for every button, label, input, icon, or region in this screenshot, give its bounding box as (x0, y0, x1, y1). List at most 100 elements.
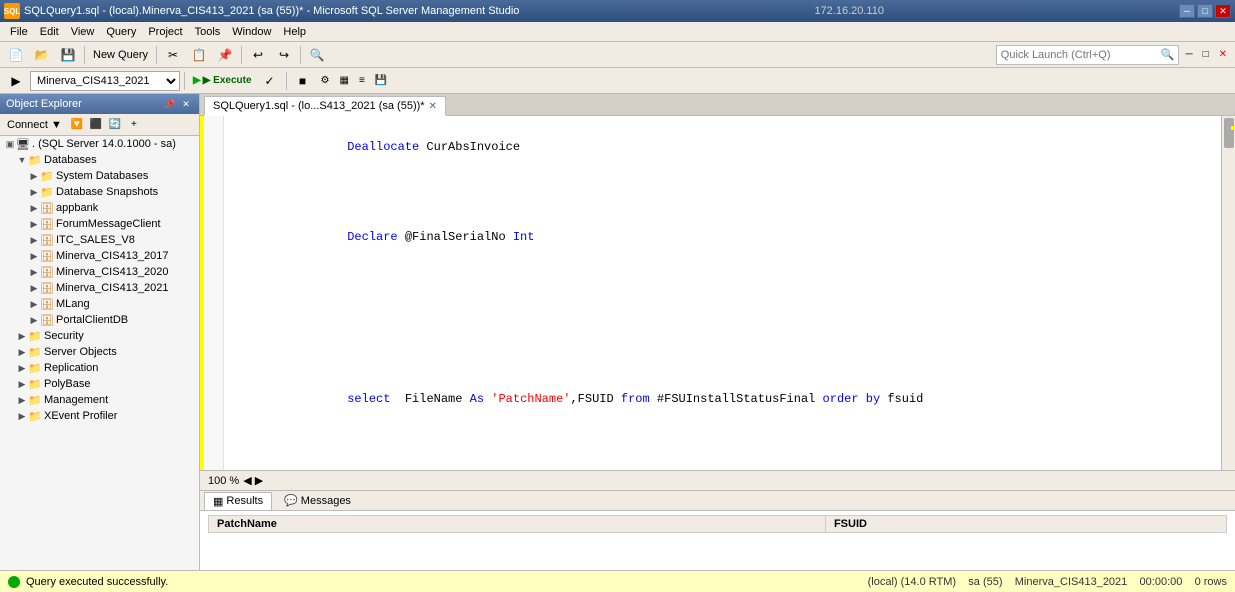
quick-launch-icon: 🔍 (1161, 48, 1175, 61)
results-to-text-button[interactable]: ≡ (355, 70, 369, 92)
expand-icon-xevent: ▶ (16, 410, 28, 422)
itc-icon: 🗄 (40, 233, 54, 247)
management-icon: 📁 (28, 393, 42, 407)
menu-file[interactable]: File (4, 24, 34, 40)
tab-close-1[interactable]: ✕ (429, 101, 437, 112)
menu-tools[interactable]: Tools (189, 24, 227, 40)
oe-refresh-button[interactable]: 🔄 (106, 116, 124, 134)
tree-item-databases[interactable]: ▼ 📁 Databases (0, 152, 199, 168)
oe-stop-button[interactable]: ⬛ (87, 116, 105, 134)
result-grid: PatchName FSUID (208, 515, 1227, 533)
tree-item-mlang[interactable]: ▶ 🗄 MLang (0, 296, 199, 312)
code-editor[interactable]: Deallocate CurAbsInvoice Declare @FinalS… (200, 116, 1235, 470)
scroll-indicator-icon: ◀ ▶ (243, 474, 263, 487)
app-icon: SQL (4, 3, 20, 19)
expand-icon-db-snapshots: ▶ (28, 186, 40, 198)
results-to-file-button[interactable]: 💾 (371, 70, 391, 92)
execute-button[interactable]: ▶ ▶ Execute (189, 70, 256, 92)
menu-project[interactable]: Project (142, 24, 188, 40)
minimize-button[interactable]: ─ (1179, 4, 1195, 18)
tree-item-replication[interactable]: ▶ 📁 Replication (0, 360, 199, 376)
scrollbar-thumb[interactable] (1224, 118, 1234, 148)
maximize-button[interactable]: □ (1197, 4, 1213, 18)
stop-button[interactable]: ■ (291, 70, 315, 92)
object-explorer-tree: ▣ 🖥 . (SQL Server 14.0.1000 - sa) ▼ 📁 Da… (0, 136, 199, 570)
close-studio-button[interactable]: ✕ (1215, 44, 1231, 66)
oe-add-button[interactable]: + (125, 116, 143, 134)
open-button[interactable]: 📂 (30, 44, 54, 66)
tree-item-security[interactable]: ▶ 📁 Security (0, 328, 199, 344)
oe-connect-button[interactable]: Connect ▼ (2, 116, 67, 134)
window-title: SQLQuery1.sql - (local).Minerva_CIS413_2… (24, 5, 519, 17)
tree-item-minerva2021[interactable]: ▶ 🗄 Minerva_CIS413_2021 (0, 280, 199, 296)
search-button[interactable]: 🔍 (305, 44, 329, 66)
separator-3 (241, 46, 242, 64)
copy-button[interactable]: 📋 (187, 44, 211, 66)
tree-item-system-db[interactable]: ▶ 📁 System Databases (0, 168, 199, 184)
tree-item-itc[interactable]: ▶ 🗄 ITC_SALES_V8 (0, 232, 199, 248)
expand-icon-minerva2017: ▶ (28, 250, 40, 262)
save-button[interactable]: 💾 (56, 44, 80, 66)
debug-icon: ▶ (8, 73, 24, 89)
save-icon: 💾 (60, 47, 76, 63)
new-file-button[interactable]: 📄 (4, 44, 28, 66)
oe-filter-button[interactable]: 🔽 (68, 116, 86, 134)
editor-scrollbar[interactable] (1221, 116, 1235, 470)
code-content[interactable]: Deallocate CurAbsInvoice Declare @FinalS… (224, 116, 1221, 470)
redo-button[interactable]: ↪ (272, 44, 296, 66)
debug-button[interactable]: ▶ (4, 70, 28, 92)
cut-button[interactable]: ✂ (161, 44, 185, 66)
menu-window[interactable]: Window (226, 24, 277, 40)
results-to-grid-button[interactable]: ▦ (336, 70, 353, 92)
close-button[interactable]: ✕ (1215, 4, 1231, 18)
tree-item-minerva2017[interactable]: ▶ 🗄 Minerva_CIS413_2017 (0, 248, 199, 264)
forum-icon: 🗄 (40, 217, 54, 231)
oe-close-button[interactable]: ✕ (179, 97, 193, 111)
query-tab-1[interactable]: SQLQuery1.sql - (lo...S413_2021 (sa (55)… (204, 96, 446, 116)
tree-item-forum[interactable]: ▶ 🗄 ForumMessageClient (0, 216, 199, 232)
results-tab-label: Results (226, 495, 263, 507)
title-bar-controls[interactable]: ─ □ ✕ (1179, 4, 1231, 18)
results-tab-messages[interactable]: 💬 Messages (276, 492, 359, 509)
include-plan-button[interactable]: ⚙ (317, 70, 334, 92)
results-tab-results[interactable]: ▦ Results (204, 492, 272, 510)
tree-item-polybase[interactable]: ▶ 📁 PolyBase (0, 376, 199, 392)
minimize-studio-button[interactable]: ─ (1181, 44, 1196, 66)
mlang-label: MLang (56, 298, 90, 310)
check-syntax-button[interactable]: ✓ (258, 70, 282, 92)
database-selector[interactable]: Minerva_CIS413_2021 (30, 71, 180, 91)
status-message: Query executed successfully. (26, 576, 168, 588)
xevent-icon: 📁 (28, 409, 42, 423)
tree-item-appbank[interactable]: ▶ 🗄 appbank (0, 200, 199, 216)
tree-item-portal[interactable]: ▶ 🗄 PortalClientDB (0, 312, 199, 328)
portal-label: PortalClientDB (56, 314, 128, 326)
tree-item-server[interactable]: ▣ 🖥 . (SQL Server 14.0.1000 - sa) (0, 136, 199, 152)
tree-item-xevent[interactable]: ▶ 📁 XEvent Profiler (0, 408, 199, 424)
undo-button[interactable]: ↩ (246, 44, 270, 66)
stop-icon: ■ (295, 73, 311, 89)
server-info: (local) (14.0 RTM) (868, 576, 956, 588)
main-area: Object Explorer 📌 ✕ Connect ▼ 🔽 ⬛ 🔄 + ▣ … (0, 94, 1235, 570)
query-toolbar: ▶ Minerva_CIS413_2021 ▶ ▶ Execute ✓ ■ ⚙ … (0, 68, 1235, 94)
zoom-level: 100 % (208, 475, 239, 487)
new-query-button[interactable]: New Query (89, 44, 152, 66)
tree-item-db-snapshots[interactable]: ▶ 📁 Database Snapshots (0, 184, 199, 200)
menu-edit[interactable]: Edit (34, 24, 65, 40)
system-db-icon: 📁 (40, 169, 54, 183)
server-label: . (SQL Server 14.0.1000 - sa) (32, 138, 176, 150)
restore-studio-button[interactable]: □ (1199, 44, 1213, 66)
forum-label: ForumMessageClient (56, 218, 161, 230)
menu-view[interactable]: View (65, 24, 101, 40)
mlang-icon: 🗄 (40, 297, 54, 311)
menu-query[interactable]: Query (100, 24, 142, 40)
tree-item-server-objects[interactable]: ▶ 📁 Server Objects (0, 344, 199, 360)
quick-launch[interactable]: 🔍 (996, 45, 1180, 65)
menu-help[interactable]: Help (277, 24, 312, 40)
title-bar: SQL SQLQuery1.sql - (local).Minerva_CIS4… (0, 0, 1235, 22)
separator-2 (156, 46, 157, 64)
paste-button[interactable]: 📌 (213, 44, 237, 66)
tree-item-management[interactable]: ▶ 📁 Management (0, 392, 199, 408)
oe-pin-button[interactable]: 📌 (163, 97, 177, 111)
quick-launch-input[interactable] (1001, 49, 1161, 61)
tree-item-minerva2020[interactable]: ▶ 🗄 Minerva_CIS413_2020 (0, 264, 199, 280)
